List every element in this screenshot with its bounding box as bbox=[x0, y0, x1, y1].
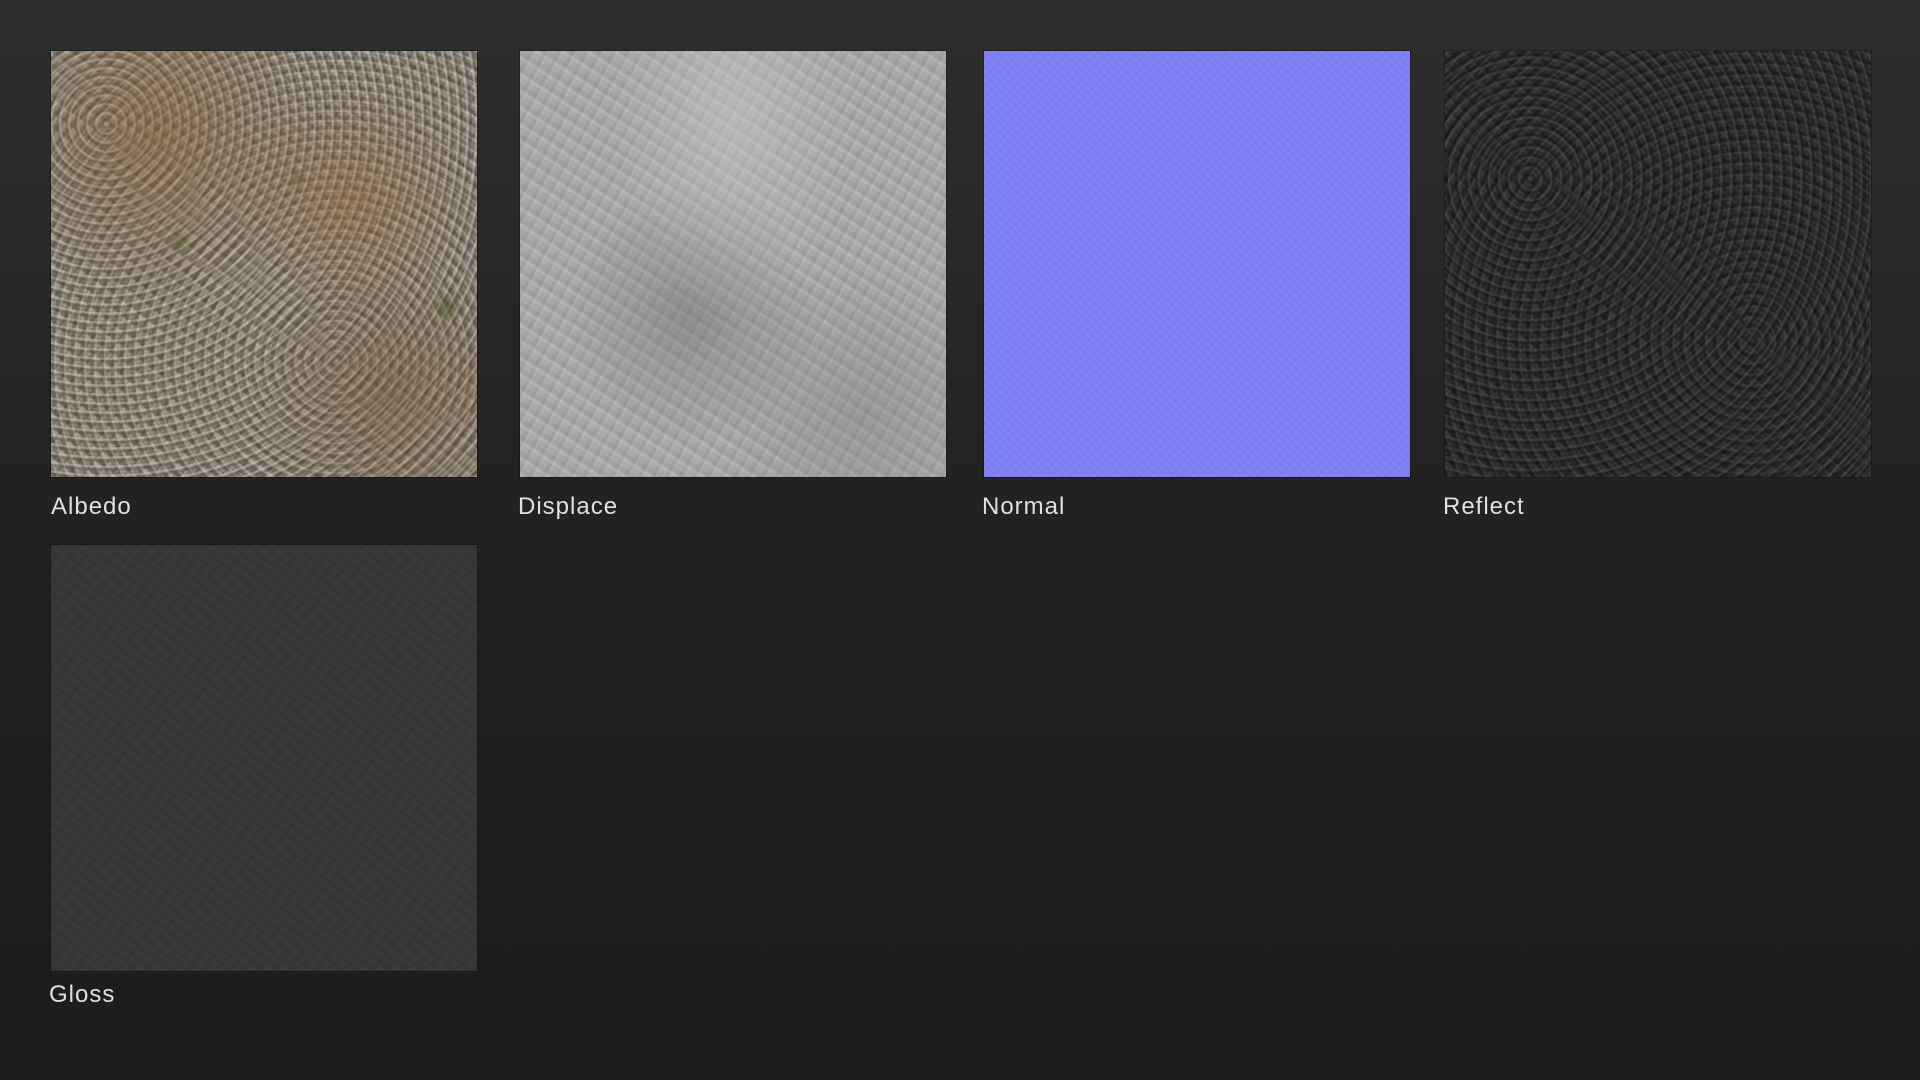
map-tile-displace[interactable]: Displace bbox=[518, 51, 946, 520]
normal-texture-preview[interactable] bbox=[984, 51, 1410, 477]
map-label-albedo: Albedo bbox=[51, 493, 132, 520]
map-label-displace: Displace bbox=[518, 493, 619, 520]
map-tile-albedo[interactable]: Albedo bbox=[51, 51, 477, 520]
reflect-texture-preview[interactable] bbox=[1445, 51, 1871, 477]
map-label-normal: Normal bbox=[982, 493, 1066, 520]
displace-texture-preview[interactable] bbox=[520, 51, 946, 477]
albedo-texture-preview[interactable] bbox=[51, 51, 477, 477]
map-label-reflect: Reflect bbox=[1443, 493, 1525, 520]
map-tile-gloss[interactable]: Gloss bbox=[49, 545, 477, 1008]
map-tile-normal[interactable]: Normal bbox=[982, 51, 1410, 520]
texture-map-grid: Albedo Displace Normal Reflect Gloss bbox=[0, 0, 1920, 1080]
map-label-gloss: Gloss bbox=[49, 981, 116, 1008]
gloss-texture-preview[interactable] bbox=[51, 545, 477, 971]
map-tile-reflect[interactable]: Reflect bbox=[1443, 51, 1871, 520]
